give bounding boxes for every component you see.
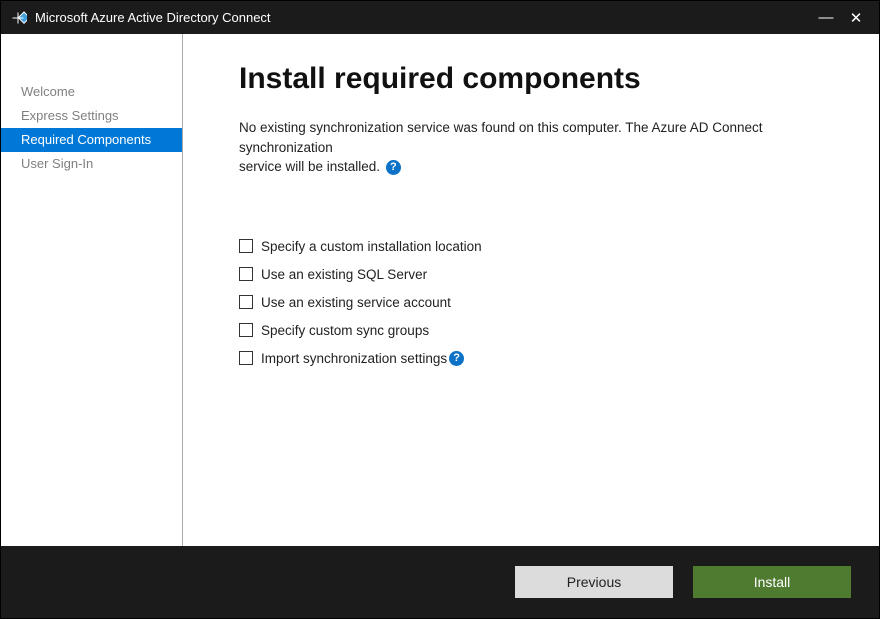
app-icon [9,9,27,27]
help-icon[interactable]: ? [449,351,464,366]
option-install-location: Specify a custom installation location [239,233,839,260]
titlebar: Microsoft Azure Active Directory Connect… [1,1,879,34]
minimize-button[interactable]: — [811,3,841,33]
checkbox-install-location[interactable] [239,239,253,253]
previous-button[interactable]: Previous [515,566,673,598]
sidebar-item-label: User Sign-In [21,156,93,171]
option-service-account: Use an existing service account [239,289,839,316]
footer: Previous Install [1,546,879,618]
page-title: Install required components [239,62,839,96]
option-import-settings: Import synchronization settings ? [239,345,839,372]
sidebar-item-user-sign-in[interactable]: User Sign-In [1,152,182,176]
checkbox-service-account[interactable] [239,295,253,309]
option-label: Import synchronization settings [261,351,447,366]
description-line-2: service will be installed. [239,159,380,174]
checkbox-sql-server[interactable] [239,267,253,281]
sidebar-item-label: Express Settings [21,108,119,123]
option-label: Use an existing service account [261,295,451,310]
install-button[interactable]: Install [693,566,851,598]
option-sync-groups: Specify custom sync groups [239,317,839,344]
close-button[interactable]: ✕ [841,3,871,33]
description-text: No existing synchronization service was … [239,118,839,177]
checkbox-sync-groups[interactable] [239,323,253,337]
option-label: Specify custom sync groups [261,323,429,338]
sidebar-item-label: Welcome [21,84,75,99]
sidebar-item-required-components[interactable]: Required Components [1,128,182,152]
option-label: Specify a custom installation location [261,239,482,254]
description-line-1: No existing synchronization service was … [239,120,763,155]
sidebar-item-welcome[interactable]: Welcome [1,80,182,104]
content-area: Welcome Express Settings Required Compon… [1,34,879,546]
help-icon[interactable]: ? [386,160,401,175]
sidebar-item-label: Required Components [21,132,151,147]
option-sql-server: Use an existing SQL Server [239,261,839,288]
sidebar: Welcome Express Settings Required Compon… [1,34,183,546]
titlebar-title: Microsoft Azure Active Directory Connect [35,10,811,25]
option-label: Use an existing SQL Server [261,267,427,282]
main-panel: Install required components No existing … [183,34,879,546]
app-window: Microsoft Azure Active Directory Connect… [0,0,880,619]
checkbox-import-settings[interactable] [239,351,253,365]
sidebar-item-express-settings[interactable]: Express Settings [1,104,182,128]
